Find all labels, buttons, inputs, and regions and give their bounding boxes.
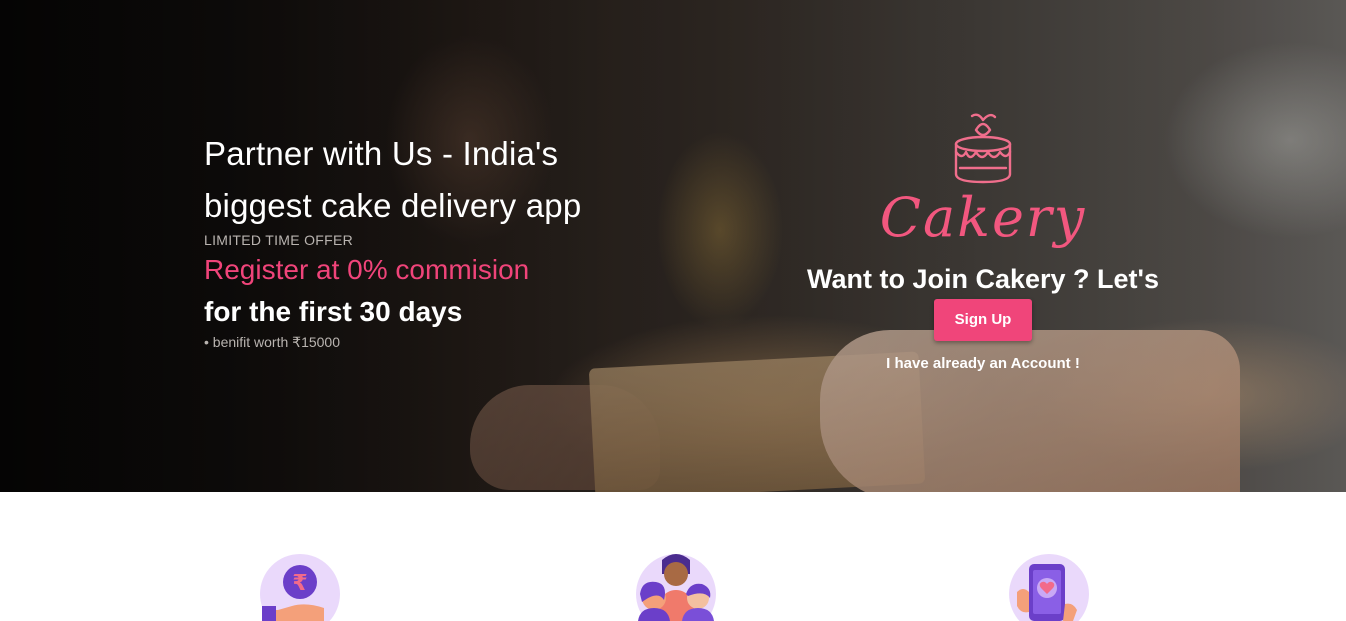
join-heading: Want to Join Cakery ? Let's — [807, 264, 1159, 294]
rupee-hand-icon: ₹ — [260, 554, 340, 621]
svg-text:₹: ₹ — [292, 571, 307, 596]
offer-benefit: • benifit worth ₹15000 — [204, 334, 341, 350]
brand-panel: Cakery Want to Join Cakery ? Let's Sign … — [800, 108, 1166, 372]
hero-headline-line2: biggest cake delivery app — [204, 187, 582, 224]
offer-subline: for the first 30 days — [204, 296, 463, 327]
hero-headline: Partner with Us - India's biggest cake d… — [204, 128, 724, 232]
existing-account-link[interactable]: I have already an Account ! — [800, 355, 1166, 372]
people-group-icon — [636, 554, 716, 621]
brand-logo-text: Cakery — [879, 186, 1087, 249]
hero-text-block: Partner with Us - India's biggest cake d… — [204, 128, 724, 351]
hero-headline-line1: Partner with Us - India's — [204, 135, 559, 172]
offer-highlight: Register at 0% commision — [204, 254, 530, 285]
hero-banner: Partner with Us - India's biggest cake d… — [0, 0, 1346, 492]
offer-tag: LIMITED TIME OFFER — [204, 232, 354, 248]
sign-up-button[interactable]: Sign Up — [934, 299, 1032, 341]
phone-heart-icon — [1009, 554, 1089, 621]
cake-icon — [954, 113, 1012, 184]
